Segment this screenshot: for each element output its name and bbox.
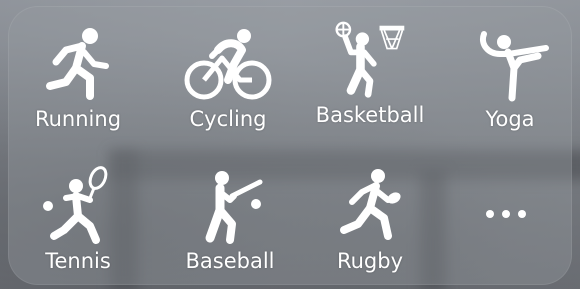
rugby-icon — [340, 169, 401, 240]
activity-running[interactable]: Running — [8, 24, 148, 132]
activity-rugby[interactable]: Rugby — [300, 166, 440, 274]
activity-label: Tennis — [45, 249, 111, 273]
activity-baseball[interactable]: Baseball — [160, 166, 300, 274]
more-dot — [518, 210, 526, 218]
activity-label: Yoga — [485, 107, 535, 131]
activity-cycling[interactable]: Cycling — [158, 24, 298, 132]
baseball-icon — [205, 171, 263, 244]
cycling-icon — [184, 29, 272, 100]
activity-label: Baseball — [185, 249, 275, 273]
tennis-icon — [43, 166, 108, 244]
activity-label: Rugby — [336, 249, 404, 273]
basketball-icon — [335, 21, 405, 98]
activity-grid-panel: Running Cycling Basketball Yoga Tennis B… — [8, 6, 572, 285]
yoga-icon — [480, 31, 549, 102]
activity-tennis[interactable]: Tennis — [8, 166, 148, 274]
more-dot — [486, 210, 494, 218]
more-icon[interactable] — [486, 206, 526, 222]
more-dot — [502, 210, 510, 218]
activity-yoga[interactable]: Yoga — [440, 24, 580, 132]
activity-basketball[interactable]: Basketball — [300, 20, 440, 128]
running-icon — [46, 28, 109, 100]
activity-label: Cycling — [189, 107, 267, 131]
activity-label: Running — [34, 107, 122, 131]
activity-label: Basketball — [315, 103, 425, 127]
